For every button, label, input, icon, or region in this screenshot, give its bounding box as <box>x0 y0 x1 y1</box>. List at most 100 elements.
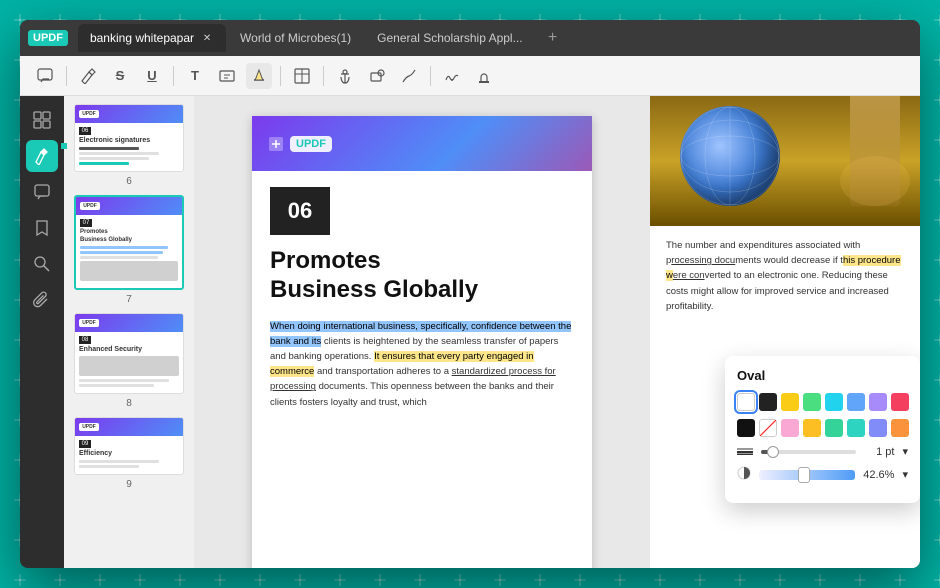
stroke-width-row: 1 pt ▾ <box>737 445 908 458</box>
thumb-page-num-7: 07 <box>80 219 92 227</box>
stamp-icon[interactable] <box>471 63 497 89</box>
right-panel: The number and expenditures associated w… <box>650 96 920 568</box>
sidebar-tool-thumbnail[interactable] <box>26 104 58 136</box>
color-swatch-purple[interactable] <box>869 393 887 411</box>
doc-paragraph-1: When doing international business, speci… <box>270 319 574 410</box>
color-swatch-yellow[interactable] <box>781 393 799 411</box>
right-text-underline-2: ere con <box>673 270 705 281</box>
anchor-icon[interactable] <box>332 63 358 89</box>
right-image-area <box>650 96 920 226</box>
thumb-title-8: Enhanced Security <box>79 346 179 353</box>
color-swatch-red[interactable] <box>891 393 909 411</box>
doc-logo-icon <box>268 136 284 152</box>
stroke-lines-icon <box>737 447 753 455</box>
thumbnail-page-6[interactable]: UPDF 06 Electronic signatures 6 <box>72 104 186 187</box>
color-swatch-orange[interactable] <box>891 419 909 437</box>
color-swatch-white[interactable] <box>737 393 755 411</box>
doc-title: Promotes Business Globally <box>270 247 574 305</box>
opacity-slider-track[interactable] <box>759 470 855 480</box>
right-text-area: The number and expenditures associated w… <box>650 226 920 568</box>
textbox-icon[interactable] <box>214 63 240 89</box>
thumbnail-page-9[interactable]: UPDF 09 Efficiency 9 <box>72 417 186 490</box>
thumb-num-7: 7 <box>126 294 132 305</box>
doc-title-line2: Business Globally <box>270 276 478 303</box>
thumb-num-8: 8 <box>126 398 132 409</box>
text-highlight-icon[interactable] <box>246 63 272 89</box>
thumb-title-6: Electronic signatures <box>79 137 179 144</box>
tab-scholarship[interactable]: General Scholarship Appl... <box>365 24 534 52</box>
comment-icon[interactable] <box>32 63 58 89</box>
color-swatch-blue[interactable] <box>847 393 865 411</box>
sidebar-tool-attachment[interactable] <box>26 284 58 316</box>
document-scroll[interactable]: UPDF 06 Promotes Business Globally When … <box>194 96 650 568</box>
tab-microbes[interactable]: World of Microbes(1) <box>228 24 363 52</box>
thumbnail-page-8[interactable]: UPDF 08 Enhanced Security 8 <box>72 313 186 409</box>
tab-add-button[interactable]: + <box>541 26 565 50</box>
thumbnail-page-7[interactable]: UPDF 07 Promotes Business Globally 7 <box>72 195 186 305</box>
oval-popup-title: Oval <box>737 368 908 383</box>
tab-label-microbes: World of Microbes(1) <box>240 31 351 45</box>
table-icon[interactable] <box>289 63 315 89</box>
underline-icon[interactable]: U <box>139 63 165 89</box>
doc-title-line1: Promotes <box>270 247 381 274</box>
color-swatch-amber[interactable] <box>803 419 821 437</box>
tab-close-banking[interactable]: ✕ <box>200 31 214 45</box>
stroke-icon <box>737 446 753 458</box>
thumb-logo-8: UPDF <box>79 319 99 327</box>
right-text-paragraph: The number and expenditures associated w… <box>666 238 904 314</box>
document-page: UPDF 06 Promotes Business Globally When … <box>252 116 592 568</box>
pen-icon[interactable] <box>75 63 101 89</box>
doc-logo-text: UPDF <box>296 138 326 150</box>
thumb-preview-9: UPDF 09 Efficiency <box>74 417 184 475</box>
tab-label-scholarship: General Scholarship Appl... <box>377 31 522 45</box>
strikethrough-icon[interactable]: S <box>107 63 133 89</box>
color-grid-row2 <box>737 419 908 437</box>
color-grid-row1 <box>737 393 908 411</box>
doc-logo-box: UPDF <box>290 136 332 152</box>
opacity-icon <box>737 466 751 483</box>
stroke-slider-thumb[interactable] <box>767 446 779 458</box>
text-icon[interactable]: T <box>182 63 208 89</box>
oval-popup: Oval <box>725 356 920 503</box>
pencil-draw-icon[interactable] <box>396 63 422 89</box>
toolbar-sep-4 <box>323 66 324 86</box>
color-swatch-dark[interactable] <box>759 393 777 411</box>
toolbar: S U T <box>20 56 920 96</box>
globe-grid-svg <box>680 106 780 206</box>
active-tool-indicator <box>61 143 67 149</box>
chapter-number: 06 <box>270 187 330 235</box>
thumb-logo-7: UPDF <box>80 202 100 210</box>
thumb-preview-6: UPDF 06 Electronic signatures <box>74 104 184 172</box>
color-swatch-pink[interactable] <box>781 419 799 437</box>
color-swatch-cyan[interactable] <box>825 393 843 411</box>
thumb-title-7b: Business Globally <box>80 237 178 243</box>
opacity-row: 42.6% ▾ <box>737 466 908 483</box>
signature-icon[interactable] <box>439 63 465 89</box>
highlighted-text-blue: When doing international business, speci… <box>270 321 571 347</box>
color-swatch-black[interactable] <box>737 419 755 437</box>
lamp-glow <box>840 156 910 206</box>
sidebar-tool-comment[interactable] <box>26 176 58 208</box>
shape-icon[interactable] <box>364 63 390 89</box>
tab-bar: UPDF banking whitepapar ✕ World of Micro… <box>20 20 920 56</box>
opacity-slider-thumb[interactable] <box>798 467 810 483</box>
thumb-page-num-6: 06 <box>79 127 91 135</box>
sidebar-tool-annotation[interactable] <box>26 140 58 172</box>
color-swatch-indigo[interactable] <box>869 419 887 437</box>
stroke-dropdown-arrow[interactable]: ▾ <box>902 445 908 458</box>
doc-header: UPDF <box>252 116 592 171</box>
tab-label-banking: banking whitepapar <box>90 31 194 45</box>
stroke-slider-track[interactable] <box>761 450 856 454</box>
color-swatch-teal[interactable] <box>847 419 865 437</box>
color-swatch-transparent[interactable] <box>759 419 777 437</box>
left-sidebar <box>20 96 64 324</box>
updf-logo: UPDF <box>28 30 68 46</box>
opacity-dropdown-arrow[interactable]: ▾ <box>902 468 908 481</box>
sidebar-tool-search[interactable] <box>26 248 58 280</box>
toolbar-sep-2 <box>173 66 174 86</box>
color-swatch-emerald[interactable] <box>825 419 843 437</box>
sidebar-tool-bookmark[interactable] <box>26 212 58 244</box>
color-swatch-green[interactable] <box>803 393 821 411</box>
thumb-preview-8: UPDF 08 Enhanced Security <box>74 313 184 394</box>
tab-banking[interactable]: banking whitepapar ✕ <box>78 24 226 52</box>
